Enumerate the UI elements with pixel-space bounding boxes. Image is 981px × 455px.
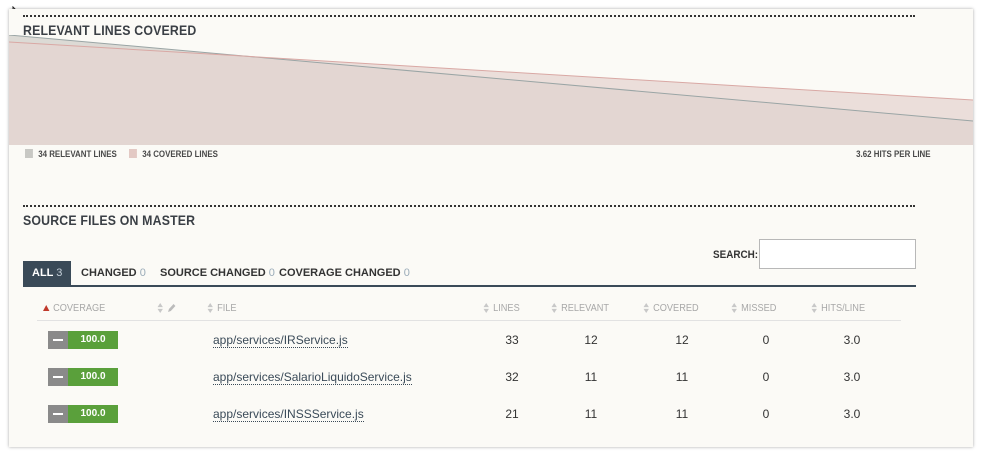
file-link[interactable]: app/services/INSSService.js xyxy=(213,407,364,422)
pencil-icon xyxy=(168,304,176,313)
lines-cell: 32 xyxy=(505,370,519,384)
coverage-badge[interactable]: 100.0 xyxy=(48,368,118,386)
coverage-badge[interactable]: 100.0 xyxy=(48,331,118,349)
section-divider xyxy=(23,15,915,17)
sort-asc-icon xyxy=(43,305,50,312)
covered-lines-area xyxy=(9,42,973,145)
table-row: 100.0 app/services/IRService.js 33 12 12… xyxy=(37,325,901,355)
relevant-cell: 11 xyxy=(584,370,598,384)
sort-icon xyxy=(811,303,817,314)
column-covered[interactable]: COVERED xyxy=(643,303,699,314)
hits-per-line: 3.62 HITS PER LINE xyxy=(856,149,931,159)
lines-cell: 33 xyxy=(505,333,519,347)
relevant-cell: 12 xyxy=(584,333,598,347)
table-row: 100.0 app/services/SalarioLiquidoService… xyxy=(37,362,901,392)
legend-swatch xyxy=(25,149,33,158)
sort-icon xyxy=(551,303,557,314)
source-files-title: SOURCE FILES ON MASTER xyxy=(23,212,196,228)
sort-icon xyxy=(157,303,163,314)
hits-cell: 3.0 xyxy=(843,333,861,347)
search-label: SEARCH: xyxy=(713,249,759,261)
lines-cell: 21 xyxy=(505,407,519,421)
covered-cell: 12 xyxy=(675,333,689,347)
column-missed[interactable]: MISSED xyxy=(731,303,776,314)
tab-coverage-changed[interactable]: COVERAGE CHANGED 0 xyxy=(279,261,410,285)
minus-icon xyxy=(48,368,68,386)
minus-icon xyxy=(48,405,68,423)
file-link[interactable]: app/services/SalarioLiquidoService.js xyxy=(213,370,412,385)
tab-changed[interactable]: CHANGED 0 xyxy=(81,261,146,285)
coverage-badge[interactable]: 100.0 xyxy=(48,405,118,423)
file-link[interactable]: app/services/IRService.js xyxy=(213,333,348,348)
tab-all[interactable]: ALL 3 xyxy=(23,261,72,285)
table-header: COVERAGE FILE LINES RELEVANT COVERED MIS… xyxy=(37,299,901,321)
sort-icon xyxy=(207,303,213,314)
missed-cell: 0 xyxy=(762,370,770,384)
column-lines[interactable]: LINES xyxy=(483,303,520,314)
legend-relevant-lines: 34 RELEVANT LINES xyxy=(25,149,117,159)
column-relevant[interactable]: RELEVANT xyxy=(551,303,609,314)
column-edit[interactable] xyxy=(157,303,176,314)
sort-icon xyxy=(483,303,489,314)
column-file[interactable]: FILE xyxy=(207,303,237,314)
missed-cell: 0 xyxy=(762,333,770,347)
hits-cell: 3.0 xyxy=(843,407,861,421)
tab-source-changed[interactable]: SOURCE CHANGED 0 xyxy=(160,261,275,285)
filter-tabs: ALL 3 CHANGED 0 SOURCE CHANGED 0 COVERAG… xyxy=(23,261,916,287)
table-row: 100.0 app/services/INSSService.js 21 11 … xyxy=(37,399,901,429)
minus-icon xyxy=(48,331,68,349)
coverage-area-chart xyxy=(9,35,973,145)
column-hits-line[interactable]: HITS/LINE xyxy=(811,303,865,314)
legend-covered-lines: 34 COVERED LINES xyxy=(129,149,218,159)
sort-icon xyxy=(731,303,737,314)
hits-cell: 3.0 xyxy=(843,370,861,384)
coverage-panel: RELEVANT LINES COVERED 34 RELEVANT LINES… xyxy=(9,9,973,447)
missed-cell: 0 xyxy=(762,407,770,421)
covered-cell: 11 xyxy=(675,370,689,384)
column-coverage[interactable]: COVERAGE xyxy=(43,303,105,314)
section-divider xyxy=(23,205,915,207)
relevant-cell: 11 xyxy=(584,407,598,421)
covered-cell: 11 xyxy=(675,407,689,421)
legend-swatch xyxy=(129,149,137,158)
sort-icon xyxy=(643,303,649,314)
